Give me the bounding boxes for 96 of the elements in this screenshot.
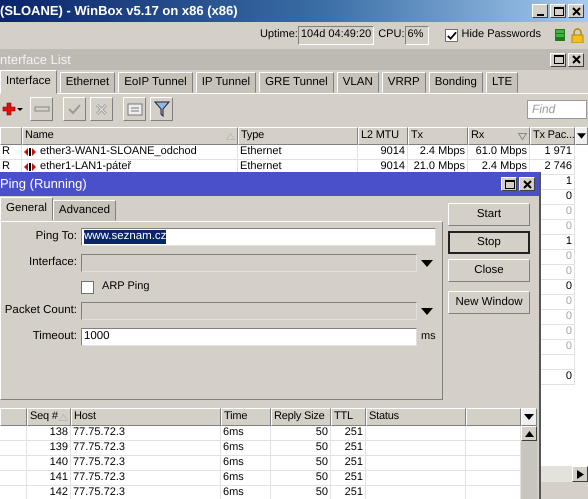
column-header[interactable] xyxy=(466,408,521,426)
arrow-up-icon xyxy=(524,430,534,436)
button[interactable]: New Window xyxy=(448,291,530,314)
column-menu-button[interactable] xyxy=(575,127,588,145)
uptime-field: 104d 04:49:20 xyxy=(298,26,374,44)
button[interactable]: Stop xyxy=(448,231,530,254)
check-icon xyxy=(67,102,82,116)
maximize-button[interactable] xyxy=(550,52,566,66)
note-icon xyxy=(126,102,142,116)
table-cell: 142 xyxy=(27,486,71,499)
column-header[interactable]: Time xyxy=(221,408,271,426)
enable-button[interactable] xyxy=(63,97,86,121)
column-header[interactable]: Reply Size xyxy=(271,408,331,426)
input-field[interactable]: 1000 xyxy=(81,328,417,346)
table-cell: 251 xyxy=(331,486,366,499)
tab[interactable]: EoIP Tunnel xyxy=(118,72,193,93)
column-header[interactable]: TTL xyxy=(331,408,366,426)
window-title: (SLOANE) - WinBox v5.17 on x86 (x86) xyxy=(0,3,238,19)
column-header[interactable]: Tx Pac... xyxy=(530,127,575,145)
tab[interactable]: LTE xyxy=(486,72,518,93)
interface-name: ether1-LAN1-páteř xyxy=(40,160,132,174)
scrollbar[interactable] xyxy=(540,466,588,482)
table-cell: 6ms xyxy=(221,486,271,499)
table-cell: 77.75.72.3 xyxy=(71,486,221,499)
unit-label: ms xyxy=(421,330,436,344)
close-icon xyxy=(570,54,582,65)
tab[interactable]: VRRP xyxy=(382,72,426,93)
column-menu-button[interactable] xyxy=(521,408,537,426)
field-label: Interface: xyxy=(28,256,78,270)
button[interactable]: Close xyxy=(448,259,530,282)
tab[interactable]: Ethernet xyxy=(60,72,116,93)
close-button[interactable] xyxy=(519,177,535,191)
field-label: Ping To: xyxy=(34,230,78,244)
remove-button[interactable] xyxy=(30,97,53,121)
column-header[interactable]: Seq # xyxy=(27,408,71,426)
uptime-label: Uptime: xyxy=(260,28,298,42)
field-label: Packet Count: xyxy=(4,304,78,318)
caret-icon xyxy=(421,308,433,314)
interface-name: ether3-WAN1-SLOANE_odchod xyxy=(40,145,197,159)
minimize-button[interactable] xyxy=(532,4,548,18)
column-header[interactable]: L2 MTU xyxy=(358,127,408,145)
maximize-button[interactable] xyxy=(550,4,566,18)
button[interactable]: Start xyxy=(448,203,530,226)
column-header[interactable] xyxy=(0,408,27,426)
tab[interactable]: GRE Tunnel xyxy=(259,72,334,93)
hide-passwords-checkbox[interactable] xyxy=(444,28,458,42)
filter-button[interactable] xyxy=(150,97,173,121)
arrow-right-icon xyxy=(576,470,584,478)
maximize-icon xyxy=(504,178,514,190)
comment-button[interactable] xyxy=(123,97,146,121)
find-field[interactable]: Find xyxy=(527,100,587,118)
checkbox-label: ARP Ping xyxy=(102,280,150,294)
scroll-right-button[interactable] xyxy=(572,466,588,482)
window-title: Ping (Running) xyxy=(0,176,87,192)
input-field[interactable]: www.seznam.cz xyxy=(81,228,436,246)
checkbox[interactable] xyxy=(81,280,94,294)
close-icon xyxy=(522,178,532,190)
close-button[interactable] xyxy=(568,4,584,18)
cpu-label: CPU: xyxy=(378,28,405,42)
scrollbar[interactable] xyxy=(521,426,537,499)
minimize-icon xyxy=(536,14,544,16)
scroll-up-button[interactable] xyxy=(521,426,537,441)
maximize-icon xyxy=(552,54,564,65)
tab[interactable]: Bonding xyxy=(428,72,483,93)
tab[interactable]: General xyxy=(0,197,53,221)
tab[interactable]: Advanced xyxy=(52,200,116,221)
tab[interactable]: VLAN xyxy=(336,72,379,93)
column-header[interactable]: Rx xyxy=(468,127,530,145)
window-title: nterface List xyxy=(0,52,71,68)
column-header[interactable]: Type xyxy=(238,127,358,145)
interface-icon xyxy=(24,162,36,172)
column-header[interactable]: Status xyxy=(366,408,466,426)
tab[interactable]: Interface xyxy=(0,70,57,94)
table-cell: 50 xyxy=(271,486,331,499)
column-header[interactable]: Tx xyxy=(408,127,468,145)
field-label: Timeout: xyxy=(32,330,78,344)
indicator-icon xyxy=(555,29,565,41)
disable-button[interactable] xyxy=(90,97,113,121)
column-header[interactable]: Name xyxy=(22,127,238,145)
cpu-field: 6% xyxy=(404,26,429,44)
dropdown-button[interactable] xyxy=(421,260,435,266)
plus-icon xyxy=(2,102,24,116)
hide-passwords-label: Hide Passwords xyxy=(462,28,541,42)
filter-icon xyxy=(154,101,170,117)
dropdown-button[interactable] xyxy=(421,308,435,314)
caret-icon xyxy=(524,414,534,420)
close-button[interactable] xyxy=(568,52,584,66)
close-icon xyxy=(570,6,582,16)
column-header[interactable]: Host xyxy=(71,408,221,426)
column-header[interactable] xyxy=(0,127,22,145)
cross-icon xyxy=(94,102,109,116)
maximize-button[interactable] xyxy=(501,177,517,191)
caret-icon xyxy=(577,133,586,139)
maximize-icon xyxy=(552,6,564,16)
tab[interactable]: IP Tunnel xyxy=(196,72,256,93)
interface-icon xyxy=(24,147,36,157)
